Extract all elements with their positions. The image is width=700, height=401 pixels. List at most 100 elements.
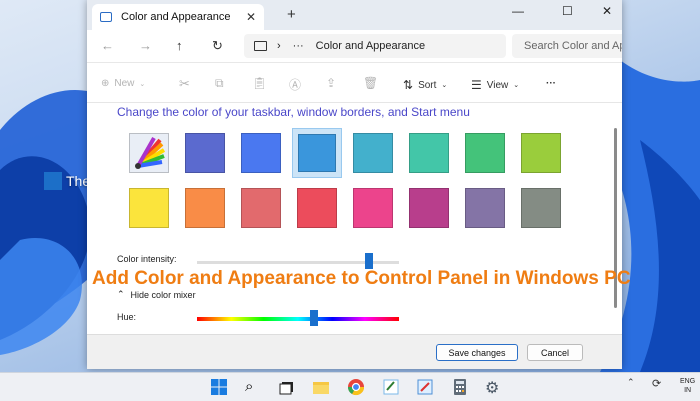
maximize-button[interactable]: ☐ <box>562 4 573 18</box>
breadcrumb-ellipsis[interactable]: ··· <box>293 40 304 52</box>
color-swatch-automatic[interactable] <box>124 128 174 178</box>
tab-close-icon[interactable]: ✕ <box>246 10 256 24</box>
save-changes-button[interactable]: Save changes <box>436 344 518 361</box>
dialog-footer: Save changes Cancel <box>87 334 622 369</box>
swatch-fill <box>241 188 281 228</box>
view-button[interactable]: ☰ View ⌄ <box>471 78 519 92</box>
view-icon: ☰ <box>471 78 482 92</box>
paint-icon[interactable] <box>416 378 434 396</box>
calculator-icon[interactable] <box>451 378 469 396</box>
cancel-button[interactable]: Cancel <box>527 344 583 361</box>
color-swatch-pink[interactable] <box>348 183 398 233</box>
swatch-fill <box>409 188 449 228</box>
sort-label: Sort <box>418 79 437 91</box>
new-tab-button[interactable]: + <box>287 6 296 23</box>
swatch-fill <box>129 188 169 228</box>
swatch-fill <box>129 133 169 173</box>
hide-color-mixer-toggle[interactable]: ⌃ Hide color mixer <box>117 289 196 300</box>
hue-label: Hue: <box>117 312 137 322</box>
address-bar: ← → ↑ ↻ › ··· Color and Appearance Searc… <box>87 30 622 63</box>
file-explorer-icon[interactable] <box>312 378 330 396</box>
color-swatch-magenta[interactable] <box>404 183 454 233</box>
start-windows-icon[interactable] <box>210 378 228 396</box>
breadcrumb-location[interactable]: Color and Appearance <box>316 40 425 52</box>
color-swatch-salmon[interactable] <box>236 183 286 233</box>
hide-color-mixer-label: Hide color mixer <box>130 289 196 300</box>
color-swatch-red[interactable] <box>292 183 342 233</box>
swatch-fill <box>185 188 225 228</box>
tab-title: Color and Appearance <box>121 11 231 23</box>
paste-icon[interactable]: 📋︎ <box>252 76 267 90</box>
language-line-2: IN <box>684 387 692 394</box>
color-swatch-slate-blue[interactable] <box>180 128 230 178</box>
sort-button[interactable]: ⇅ Sort ⌄ <box>403 78 447 92</box>
task-view-icon[interactable] <box>278 378 296 396</box>
search-input[interactable]: Search Color and Ap <box>512 34 622 58</box>
color-swatch-sky-blue[interactable] <box>292 128 342 178</box>
new-label: New <box>114 78 135 89</box>
cut-icon[interactable]: ✂ <box>179 76 190 92</box>
swatch-fill <box>409 133 449 173</box>
hue-thumb[interactable] <box>310 310 319 326</box>
tab-bar: Color and Appearance ✕ + — ☐ ✕ <box>87 0 622 30</box>
sort-icon: ⇅ <box>403 78 414 92</box>
watermark-logo-icon <box>44 172 62 190</box>
language-indicator[interactable]: ENG IN <box>680 377 695 395</box>
color-swatch-royal-blue[interactable] <box>236 128 286 178</box>
notepad-icon[interactable] <box>382 378 400 396</box>
refresh-icon[interactable]: ↻ <box>212 38 223 54</box>
copy-icon[interactable]: ⧉ <box>215 76 224 91</box>
swatch-fill <box>297 188 337 228</box>
tray-sync-icon[interactable]: ⟳ <box>652 377 661 390</box>
hue-slider[interactable] <box>197 317 399 321</box>
chevron-down-icon: ⌄ <box>139 80 146 88</box>
monitor-icon <box>254 41 267 51</box>
panel-heading: Change the color of your taskbar, window… <box>117 105 470 119</box>
tab-color-and-appearance[interactable]: Color and Appearance ✕ <box>92 4 264 30</box>
color-swatch-turquoise[interactable] <box>404 128 454 178</box>
color-intensity-thumb[interactable] <box>364 253 373 269</box>
delete-icon[interactable]: 🗑︎ <box>363 76 378 90</box>
search-icon[interactable]: ⌕ <box>245 378 263 396</box>
color-swatch-teal-blue[interactable] <box>348 128 398 178</box>
taskbar: ⌕ ⚙ ⌃ ⟳ ENG IN <box>0 372 700 401</box>
color-swatch-yellow[interactable] <box>124 183 174 233</box>
color-swatch-lime[interactable] <box>516 128 566 178</box>
color-swatch-orange[interactable] <box>180 183 230 233</box>
swatch-fill <box>353 188 393 228</box>
swatch-fill <box>185 133 225 173</box>
forward-arrow-icon[interactable]: → <box>139 38 152 53</box>
more-options-button[interactable]: ··· <box>546 78 556 89</box>
breadcrumb-separator: › <box>277 40 281 52</box>
view-label: View <box>486 79 509 91</box>
color-swatch-green[interactable] <box>460 128 510 178</box>
swatch-fill <box>465 133 505 173</box>
explorer-window: Color and Appearance ✕ + — ☐ ✕ ← → ↑ ↻ ›… <box>87 0 622 369</box>
rename-icon[interactable]: Ⓐ <box>289 76 301 93</box>
new-button[interactable]: ⊕ New ⌄ <box>101 78 145 89</box>
color-swatch-gray-green[interactable] <box>516 183 566 233</box>
breadcrumb[interactable]: › ··· Color and Appearance <box>244 34 506 58</box>
swatch-fill <box>521 188 561 228</box>
chrome-icon[interactable] <box>347 378 365 396</box>
tray-chevron-up-icon[interactable]: ⌃ <box>627 377 635 388</box>
settings-gear-icon[interactable]: ⚙ <box>485 378 503 397</box>
share-icon[interactable]: ⇪ <box>326 76 336 90</box>
article-overlay-title: Add Color and Appearance to Control Pane… <box>92 268 631 289</box>
back-arrow-icon[interactable]: ← <box>101 38 114 53</box>
chevron-down-icon: ⌄ <box>513 82 520 89</box>
swatch-fill <box>298 134 336 172</box>
color-appearance-panel: Change the color of your taskbar, window… <box>87 102 622 334</box>
language-line-1: ENG <box>680 378 696 385</box>
swatch-fill <box>353 133 393 173</box>
chevron-down-icon: ⌄ <box>441 82 448 89</box>
up-arrow-icon[interactable]: ↑ <box>176 38 183 53</box>
minimize-button[interactable]: — <box>512 4 524 18</box>
chevron-up-icon: ⌃ <box>117 289 125 299</box>
swatch-fill <box>465 188 505 228</box>
swatch-fill <box>521 133 561 173</box>
command-bar: ⊕ New ⌄ ✂ ⧉ 📋︎ Ⓐ ⇪ 🗑︎ ⇅ Sort ⌄ ☰ View ⌄ … <box>87 68 622 103</box>
control-panel-icon <box>100 12 112 22</box>
close-window-button[interactable]: ✕ <box>602 4 612 18</box>
color-swatch-purple-gray[interactable] <box>460 183 510 233</box>
